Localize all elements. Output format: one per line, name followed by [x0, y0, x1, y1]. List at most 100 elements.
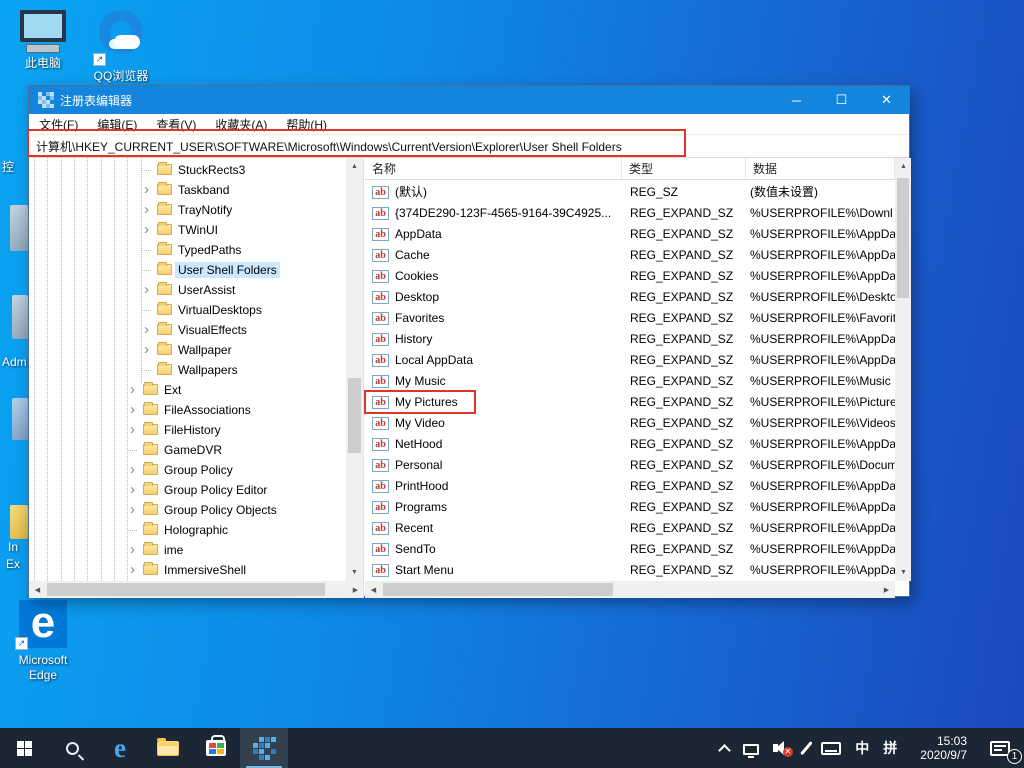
- expand-chevron-icon[interactable]: ›: [144, 321, 149, 338]
- taskbar-edge-button[interactable]: e: [96, 728, 144, 768]
- scroll-right-icon[interactable]: ▶: [347, 581, 364, 598]
- taskbar-search-button[interactable]: [48, 728, 96, 768]
- value-row-desktop[interactable]: abDesktopREG_EXPAND_SZ%USERPROFILE%\Desk…: [365, 287, 895, 308]
- title-bar[interactable]: 注册表编辑器 ─ ☐ ✕: [29, 86, 909, 114]
- value-row-favorites[interactable]: abFavoritesREG_EXPAND_SZ%USERPROFILE%\Fa…: [365, 308, 895, 329]
- taskbar-store-button[interactable]: [192, 728, 240, 768]
- tray-pen-button[interactable]: [798, 728, 815, 768]
- value-row-personal[interactable]: abPersonalREG_EXPAND_SZ%USERPROFILE%\Doc…: [365, 455, 895, 476]
- tray-volume-button[interactable]: ✕: [766, 728, 798, 768]
- expand-chevron-icon[interactable]: ›: [130, 421, 135, 438]
- tree-item-taskband[interactable]: › Taskband: [29, 180, 345, 200]
- tree-item-ext[interactable]: › Ext: [29, 380, 345, 400]
- expand-chevron-icon[interactable]: ›: [144, 341, 149, 358]
- tree-item-label[interactable]: User Shell Folders: [175, 262, 280, 278]
- expand-chevron-icon[interactable]: ›: [144, 281, 149, 298]
- expand-chevron-icon[interactable]: ›: [130, 541, 135, 558]
- value-row--374de290-123f-4565-9164-39c4925-[interactable]: ab{374DE290-123F-4565-9164-39C4925...REG…: [365, 203, 895, 224]
- scroll-left-icon[interactable]: ◀: [29, 581, 46, 598]
- tree-item-traynotify[interactable]: ›TrayNotify: [29, 200, 345, 220]
- tree-item-label[interactable]: ime: [161, 542, 186, 558]
- tree-item-label[interactable]: Wallpapers: [175, 362, 241, 378]
- desktop-icon-qq-browser[interactable]: ↗ QQ浏览器: [84, 6, 158, 84]
- ime-pinyin-button[interactable]: 拼: [876, 728, 904, 768]
- expand-chevron-icon[interactable]: ›: [130, 461, 135, 478]
- registry-tree-pane[interactable]: StuckRects3›Taskband›TrayNotify›TWinUITy…: [29, 158, 364, 598]
- tree-item-wallpaper[interactable]: › Wallpaper: [29, 340, 345, 360]
- tree-item-label[interactable]: FileHistory: [161, 422, 224, 438]
- values-hscroll-thumb[interactable]: [383, 583, 613, 596]
- menu-item-0[interactable]: 文件(F): [39, 116, 78, 133]
- tree-hscroll-thumb[interactable]: [47, 583, 325, 596]
- tree-item-group-policy-objects[interactable]: › Group Policy Objects: [29, 500, 345, 520]
- value-row-cookies[interactable]: abCookiesREG_EXPAND_SZ%USERPROFILE%\AppD…: [365, 266, 895, 287]
- values-vscrollbar[interactable]: ▲ ▼: [895, 158, 911, 581]
- tree-item-label[interactable]: UserAssist: [175, 282, 238, 298]
- value-row-sendto[interactable]: abSendToREG_EXPAND_SZ%USERPROFILE%\AppDa: [365, 539, 895, 560]
- close-button[interactable]: ✕: [864, 86, 909, 114]
- tree-vscrollbar[interactable]: ▲ ▼: [346, 158, 363, 581]
- menu-item-4[interactable]: 帮助(H): [286, 116, 327, 133]
- tree-item-label[interactable]: Taskband: [175, 182, 232, 198]
- tree-item-stuckrects3[interactable]: StuckRects3: [29, 160, 345, 180]
- scroll-up-icon[interactable]: ▲: [895, 158, 911, 175]
- tree-item-group-policy-editor[interactable]: ›Group Policy Editor: [29, 480, 345, 500]
- tree-item-label[interactable]: Wallpaper: [175, 342, 235, 358]
- tree-item-label[interactable]: TrayNotify: [175, 202, 235, 218]
- column-header-type[interactable]: 类型: [622, 158, 746, 180]
- minimize-button[interactable]: ─: [774, 86, 819, 114]
- tray-expand-button[interactable]: [713, 728, 736, 768]
- value-row-my-music[interactable]: abMy MusicREG_EXPAND_SZ%USERPROFILE%\Mus…: [365, 371, 895, 392]
- tree-vscroll-thumb[interactable]: [348, 378, 361, 453]
- tree-item-label[interactable]: GameDVR: [161, 442, 225, 458]
- column-header-name[interactable]: 名称: [365, 158, 622, 180]
- tree-item-virtualdesktops[interactable]: VirtualDesktops: [29, 300, 345, 320]
- tree-item-gamedvr[interactable]: GameDVR: [29, 440, 345, 460]
- expand-chevron-icon[interactable]: ›: [130, 381, 135, 398]
- tree-item-label[interactable]: VirtualDesktops: [175, 302, 265, 318]
- value-row-my-pictures[interactable]: abMy PicturesREG_EXPAND_SZ%USERPROFILE%\…: [365, 392, 895, 413]
- address-bar[interactable]: 计算机\HKEY_CURRENT_USER\SOFTWARE\Microsoft…: [29, 135, 909, 158]
- expand-chevron-icon[interactable]: ›: [130, 561, 135, 578]
- tree-item-label[interactable]: FileAssociations: [161, 402, 254, 418]
- taskbar-clock[interactable]: 15:03 2020/9/7: [904, 728, 983, 768]
- value-row-nethood[interactable]: abNetHoodREG_EXPAND_SZ%USERPROFILE%\AppD…: [365, 434, 895, 455]
- tree-item-label[interactable]: Group Policy: [161, 462, 236, 478]
- tree-item-label[interactable]: VisualEffects: [175, 322, 250, 338]
- value-row-appdata[interactable]: abAppDataREG_EXPAND_SZ%USERPROFILE%\AppD…: [365, 224, 895, 245]
- menu-item-2[interactable]: 查看(V): [156, 116, 196, 133]
- column-header-data[interactable]: 数据: [746, 158, 895, 180]
- tree-item-ime[interactable]: › ime: [29, 540, 345, 560]
- values-hscrollbar[interactable]: ◀ ▶: [365, 581, 895, 598]
- tree-item-label[interactable]: Group Policy Objects: [161, 502, 280, 518]
- value-row-start-menu[interactable]: abStart MenuREG_EXPAND_SZ%USERPROFILE%\A…: [365, 560, 895, 581]
- desktop-icon-this-pc[interactable]: 此电脑: [6, 8, 80, 71]
- tree-item-wallpapers[interactable]: Wallpapers: [29, 360, 345, 380]
- value-row-programs[interactable]: abProgramsREG_EXPAND_SZ%USERPROFILE%\App…: [365, 497, 895, 518]
- tree-item-label[interactable]: ImmersiveShell: [161, 562, 249, 578]
- scroll-down-icon[interactable]: ▼: [895, 564, 911, 581]
- expand-chevron-icon[interactable]: ›: [144, 181, 149, 198]
- scroll-down-icon[interactable]: ▼: [346, 564, 363, 581]
- scroll-left-icon[interactable]: ◀: [365, 581, 382, 598]
- value-row-cache[interactable]: abCacheREG_EXPAND_SZ%USERPROFILE%\AppDa: [365, 245, 895, 266]
- tree-item-user-shell-folders[interactable]: User Shell Folders: [29, 260, 345, 280]
- value-row-local-appdata[interactable]: abLocal AppDataREG_EXPAND_SZ%USERPROFILE…: [365, 350, 895, 371]
- tree-item-holographic[interactable]: Holographic: [29, 520, 345, 540]
- taskbar-regedit-button[interactable]: [240, 728, 288, 768]
- tree-item-label[interactable]: Holographic: [161, 522, 231, 538]
- tree-item-label[interactable]: StuckRects3: [175, 162, 248, 178]
- start-button[interactable]: [0, 728, 48, 768]
- value-row-my-video[interactable]: abMy VideoREG_EXPAND_SZ%USERPROFILE%\Vid…: [365, 413, 895, 434]
- value-row-recent[interactable]: abRecentREG_EXPAND_SZ%USERPROFILE%\AppDa: [365, 518, 895, 539]
- value-row-history[interactable]: abHistoryREG_EXPAND_SZ%USERPROFILE%\AppD…: [365, 329, 895, 350]
- menu-item-1[interactable]: 编辑(E): [97, 116, 137, 133]
- tree-item-immersiveshell[interactable]: › ImmersiveShell: [29, 560, 345, 580]
- desktop-icon-edge[interactable]: e ↗ Microsoft Edge: [6, 600, 80, 683]
- tree-item-filehistory[interactable]: › FileHistory: [29, 420, 345, 440]
- tree-item-group-policy[interactable]: › Group Policy: [29, 460, 345, 480]
- scroll-up-icon[interactable]: ▲: [346, 158, 363, 175]
- tray-network-button[interactable]: [736, 728, 766, 768]
- tree-item-label[interactable]: Ext: [161, 382, 184, 398]
- expand-chevron-icon[interactable]: ›: [130, 501, 135, 518]
